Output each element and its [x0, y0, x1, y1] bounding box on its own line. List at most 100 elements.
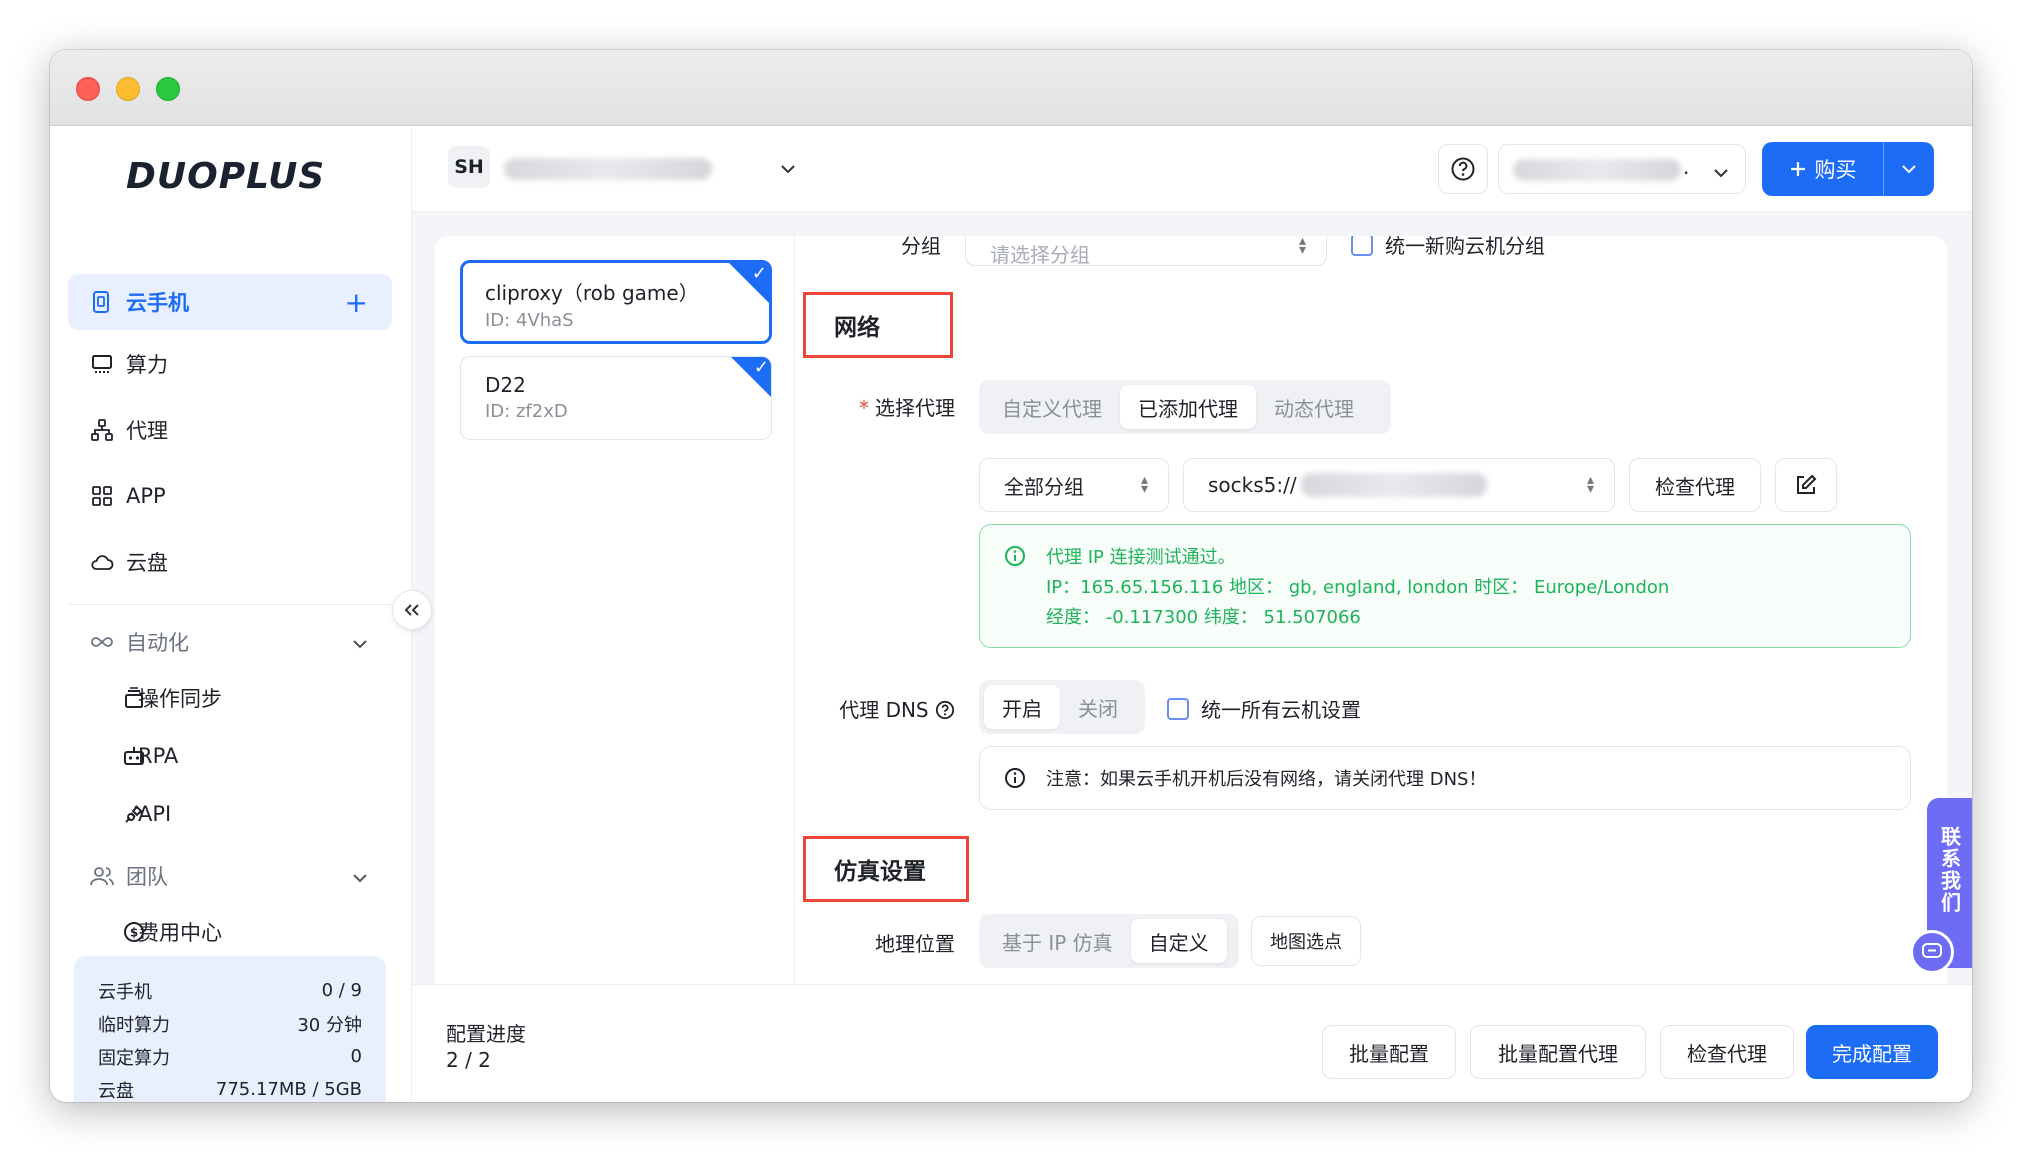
group-label: 分组	[901, 236, 941, 258]
sidebar-item-billing[interactable]: $ 费用中心	[68, 904, 392, 960]
device-id: ID: zf2xD	[485, 401, 568, 422]
monitor-icon	[90, 352, 114, 376]
tab-dns-off[interactable]: 关闭	[1060, 685, 1136, 729]
config-form: 分组 请选择分组 ▴ ▾ 统一新购云机分组 网络 * 选择代理 自定义代理 已添加代…	[795, 236, 1947, 1040]
success-line-2: IP：165.65.156.116 地区： gb, england, londo…	[1046, 577, 1670, 598]
geo-label: 地理位置	[875, 932, 955, 956]
updown-chevron-icon: ▴ ▾	[1586, 472, 1594, 497]
proxy-select[interactable]: socks5:// ▴ ▾	[1183, 458, 1615, 512]
selected-check-icon: ✓	[731, 357, 771, 397]
stat-value: 0	[350, 1046, 362, 1067]
sidebar-item-label: 代理	[126, 419, 168, 443]
sidebar-group-automation[interactable]: 自动化	[68, 614, 392, 670]
selected-check-icon: ✓	[729, 263, 769, 303]
title-bar	[50, 50, 1972, 126]
checkbox[interactable]	[1351, 236, 1373, 256]
add-phone-button[interactable]: +	[345, 286, 368, 319]
sidebar-item-cloud-disk[interactable]: 云盘	[68, 534, 392, 590]
group-unify-checkbox[interactable]: 统一新购云机分组	[1351, 236, 1545, 259]
check-proxy-button[interactable]: 检查代理	[1629, 458, 1761, 512]
question-circle-icon	[1451, 157, 1475, 181]
user-dropdown-chevron-icon	[1713, 163, 1729, 182]
proxy-test-success-alert: 代理 IP 连接测试通过。 IP：165.65.156.116 地区： gb, …	[979, 524, 1911, 648]
user-name-redacted	[1513, 159, 1681, 181]
tab-ip-simulation[interactable]: 基于 IP 仿真	[984, 919, 1131, 963]
user-name-suffix: .	[1683, 155, 1690, 179]
checkbox[interactable]	[1167, 697, 1189, 720]
device-card[interactable]: D22 ID: zf2xD ✓	[460, 356, 772, 440]
dns-label-text: 代理 DNS	[839, 698, 929, 722]
config-panel: cliproxy（rob game） ID: 4VhaS ✓ D22 ID: z…	[435, 236, 1947, 1040]
tab-custom-proxy[interactable]: 自定义代理	[984, 385, 1120, 429]
sidebar-divider	[68, 604, 392, 605]
batch-config-button[interactable]: 批量配置	[1322, 1025, 1456, 1079]
tab-added-proxy[interactable]: 已添加代理	[1120, 385, 1256, 429]
sidebar-item-api[interactable]: API	[68, 786, 392, 842]
proxy-label: * 选择代理	[795, 392, 955, 421]
proxy-group-select[interactable]: 全部分组 ▴ ▾	[979, 458, 1169, 512]
sidebar-item-cloud-phone[interactable]: 云手机 +	[68, 274, 392, 330]
updown-chevron-icon: ▴ ▾	[1298, 236, 1306, 258]
app-window: DUOPLUS 云手机 + 算力 代理 APP 云盘 自动化 操作同步 RPA …	[50, 50, 1972, 1102]
device-name: cliproxy（rob game）	[485, 281, 699, 305]
sidebar-item-operation-sync[interactable]: 操作同步	[68, 670, 392, 726]
question-circle-icon[interactable]	[935, 700, 955, 725]
tab-custom-geo[interactable]: 自定义	[1130, 919, 1227, 963]
stat-row: 临时算力 30 分钟	[98, 1007, 362, 1040]
svg-text:$: $	[130, 926, 138, 940]
buy-button[interactable]: 购买	[1762, 142, 1884, 196]
user-menu[interactable]: .	[1498, 144, 1746, 194]
footer-check-proxy-button[interactable]: 检查代理	[1660, 1025, 1794, 1079]
minimize-window-button[interactable]	[116, 77, 140, 101]
stat-label: 临时算力	[98, 1014, 170, 1036]
sidebar-item-compute[interactable]: 算力	[68, 336, 392, 392]
group-select[interactable]: 请选择分组 ▴ ▾	[965, 236, 1327, 267]
chat-icon	[1922, 943, 1942, 958]
sidebar-item-proxy[interactable]: 代理	[68, 402, 392, 458]
double-chevron-left-icon	[404, 604, 419, 616]
map-pick-button[interactable]: 地图选点	[1251, 916, 1361, 966]
updown-chevron-icon: ▴ ▾	[1140, 472, 1148, 497]
device-id: ID: 4VhaS	[485, 310, 574, 331]
sidebar-item-app[interactable]: APP	[68, 468, 392, 524]
device-card[interactable]: cliproxy（rob game） ID: 4VhaS ✓	[460, 260, 772, 344]
close-window-button[interactable]	[76, 77, 100, 101]
help-button[interactable]	[1438, 144, 1488, 194]
account-dropdown-chevron-icon[interactable]	[780, 158, 796, 179]
stat-value: 0 / 9	[321, 980, 362, 1001]
batch-proxy-button[interactable]: 批量配置代理	[1470, 1025, 1646, 1079]
device-name: D22	[485, 373, 526, 397]
tab-dynamic-proxy[interactable]: 动态代理	[1256, 385, 1372, 429]
phone-icon	[90, 290, 114, 314]
stat-label: 云盘	[98, 1080, 134, 1102]
chat-button[interactable]	[1910, 930, 1954, 974]
stat-value: 775.17MB / 5GB	[215, 1079, 362, 1100]
info-circle-icon	[1004, 545, 1026, 577]
team-icon	[90, 864, 114, 888]
sidebar-group-team[interactable]: 团队	[68, 848, 392, 904]
zoom-window-button[interactable]	[156, 77, 180, 101]
section-title: 仿真设置	[834, 859, 926, 885]
stat-row: 固定算力 0	[98, 1040, 362, 1073]
sidebar-item-rpa[interactable]: RPA	[68, 728, 392, 784]
tab-dns-on[interactable]: 开启	[984, 685, 1060, 729]
section-simulation: 仿真设置	[803, 836, 969, 902]
proxy-value: socks5://	[1208, 473, 1297, 497]
finish-config-button[interactable]: 完成配置	[1806, 1025, 1938, 1079]
sidebar: DUOPLUS 云手机 + 算力 代理 APP 云盘 自动化 操作同步 RPA …	[50, 126, 412, 1102]
collapse-sidebar-button[interactable]	[392, 590, 432, 630]
grid-icon	[90, 484, 114, 508]
sidebar-item-label: 算力	[126, 353, 168, 377]
plug-icon	[122, 802, 146, 826]
chevron-down-icon	[352, 864, 368, 888]
stat-label: 固定算力	[98, 1047, 170, 1069]
buy-dropdown-button[interactable]	[1884, 164, 1934, 174]
sidebar-group-label: 团队	[126, 865, 168, 889]
account-badge[interactable]: SH	[448, 146, 490, 188]
duoplus-logo[interactable]: DUOPLUS	[126, 156, 325, 197]
dns-unify-checkbox[interactable]: 统一所有云机设置	[1167, 694, 1361, 723]
edit-proxy-button[interactable]	[1775, 458, 1837, 512]
chevron-down-icon	[352, 630, 368, 654]
stat-label: 云手机	[98, 981, 152, 1003]
progress-label: 配置进度	[446, 1022, 526, 1046]
